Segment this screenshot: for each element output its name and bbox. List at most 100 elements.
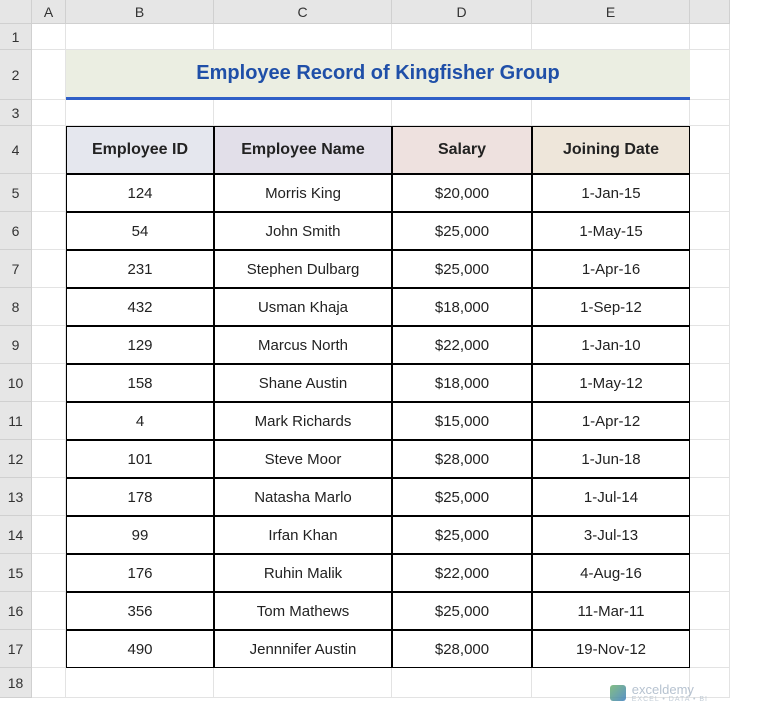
cell-name-3[interactable]: Usman Khaja <box>214 288 392 326</box>
cell-id-8[interactable]: 178 <box>66 478 214 516</box>
row-header-2[interactable]: 2 <box>0 50 32 100</box>
col-header-B[interactable]: B <box>66 0 214 24</box>
cell-date-11[interactable]: 11-Mar-11 <box>532 592 690 630</box>
cell-F9[interactable] <box>690 326 730 364</box>
cell-name-8[interactable]: Natasha Marlo <box>214 478 392 516</box>
cell-name-9[interactable]: Irfan Khan <box>214 516 392 554</box>
cell-name-4[interactable]: Marcus North <box>214 326 392 364</box>
cell-A13[interactable] <box>32 478 66 516</box>
cell-C1[interactable] <box>214 24 392 50</box>
cell-F16[interactable] <box>690 592 730 630</box>
cell-salary-1[interactable]: $25,000 <box>392 212 532 250</box>
cell-salary-0[interactable]: $20,000 <box>392 174 532 212</box>
cell-A11[interactable] <box>32 402 66 440</box>
sheet-title[interactable]: Employee Record of Kingfisher Group <box>66 50 690 100</box>
cell-salary-6[interactable]: $15,000 <box>392 402 532 440</box>
cell-salary-8[interactable]: $25,000 <box>392 478 532 516</box>
col-header-A[interactable]: A <box>32 0 66 24</box>
cell-date-5[interactable]: 1-May-12 <box>532 364 690 402</box>
cell-name-5[interactable]: Shane Austin <box>214 364 392 402</box>
row-header-9[interactable]: 9 <box>0 326 32 364</box>
th-employee-id[interactable]: Employee ID <box>66 126 214 174</box>
cell-id-10[interactable]: 176 <box>66 554 214 592</box>
cell-A2[interactable] <box>32 50 66 100</box>
cell-A5[interactable] <box>32 174 66 212</box>
cell-D18[interactable] <box>392 668 532 698</box>
cell-name-6[interactable]: Mark Richards <box>214 402 392 440</box>
col-header-E[interactable]: E <box>532 0 690 24</box>
cell-F5[interactable] <box>690 174 730 212</box>
cell-name-7[interactable]: Steve Moor <box>214 440 392 478</box>
row-header-12[interactable]: 12 <box>0 440 32 478</box>
cell-salary-12[interactable]: $28,000 <box>392 630 532 668</box>
cell-name-0[interactable]: Morris King <box>214 174 392 212</box>
cell-date-10[interactable]: 4-Aug-16 <box>532 554 690 592</box>
cell-name-11[interactable]: Tom Mathews <box>214 592 392 630</box>
cell-F4[interactable] <box>690 126 730 174</box>
cell-E1[interactable] <box>532 24 690 50</box>
cell-id-6[interactable]: 4 <box>66 402 214 440</box>
row-header-4[interactable]: 4 <box>0 126 32 174</box>
cell-B18[interactable] <box>66 668 214 698</box>
cell-date-9[interactable]: 3-Jul-13 <box>532 516 690 554</box>
cell-name-10[interactable]: Ruhin Malik <box>214 554 392 592</box>
cell-A7[interactable] <box>32 250 66 288</box>
row-header-7[interactable]: 7 <box>0 250 32 288</box>
cell-A1[interactable] <box>32 24 66 50</box>
cell-salary-3[interactable]: $18,000 <box>392 288 532 326</box>
row-header-6[interactable]: 6 <box>0 212 32 250</box>
cell-date-8[interactable]: 1-Jul-14 <box>532 478 690 516</box>
cell-D3[interactable] <box>392 100 532 126</box>
cell-date-3[interactable]: 1-Sep-12 <box>532 288 690 326</box>
cell-F3[interactable] <box>690 100 730 126</box>
cell-salary-11[interactable]: $25,000 <box>392 592 532 630</box>
cell-A14[interactable] <box>32 516 66 554</box>
cell-F10[interactable] <box>690 364 730 402</box>
cell-date-1[interactable]: 1-May-15 <box>532 212 690 250</box>
cell-id-3[interactable]: 432 <box>66 288 214 326</box>
cell-salary-10[interactable]: $22,000 <box>392 554 532 592</box>
cell-A8[interactable] <box>32 288 66 326</box>
select-all-corner[interactable] <box>0 0 32 24</box>
cell-E3[interactable] <box>532 100 690 126</box>
row-header-5[interactable]: 5 <box>0 174 32 212</box>
cell-F17[interactable] <box>690 630 730 668</box>
cell-salary-9[interactable]: $25,000 <box>392 516 532 554</box>
row-header-18[interactable]: 18 <box>0 668 32 698</box>
cell-name-2[interactable]: Stephen Dulbarg <box>214 250 392 288</box>
cell-A6[interactable] <box>32 212 66 250</box>
cell-F1[interactable] <box>690 24 730 50</box>
row-header-15[interactable]: 15 <box>0 554 32 592</box>
cell-C3[interactable] <box>214 100 392 126</box>
cell-D1[interactable] <box>392 24 532 50</box>
cell-F7[interactable] <box>690 250 730 288</box>
cell-A18[interactable] <box>32 668 66 698</box>
cell-salary-5[interactable]: $18,000 <box>392 364 532 402</box>
row-header-8[interactable]: 8 <box>0 288 32 326</box>
cell-date-0[interactable]: 1-Jan-15 <box>532 174 690 212</box>
row-header-17[interactable]: 17 <box>0 630 32 668</box>
cell-id-5[interactable]: 158 <box>66 364 214 402</box>
cell-F8[interactable] <box>690 288 730 326</box>
cell-name-1[interactable]: John Smith <box>214 212 392 250</box>
cell-salary-2[interactable]: $25,000 <box>392 250 532 288</box>
cell-id-12[interactable]: 490 <box>66 630 214 668</box>
cell-A15[interactable] <box>32 554 66 592</box>
row-header-13[interactable]: 13 <box>0 478 32 516</box>
cell-F14[interactable] <box>690 516 730 554</box>
cell-B1[interactable] <box>66 24 214 50</box>
cell-F15[interactable] <box>690 554 730 592</box>
cell-F12[interactable] <box>690 440 730 478</box>
col-header-C[interactable]: C <box>214 0 392 24</box>
cell-salary-7[interactable]: $28,000 <box>392 440 532 478</box>
cell-F13[interactable] <box>690 478 730 516</box>
cell-A17[interactable] <box>32 630 66 668</box>
cell-A9[interactable] <box>32 326 66 364</box>
cell-id-0[interactable]: 124 <box>66 174 214 212</box>
th-salary[interactable]: Salary <box>392 126 532 174</box>
th-joining-date[interactable]: Joining Date <box>532 126 690 174</box>
cell-id-1[interactable]: 54 <box>66 212 214 250</box>
th-employee-name[interactable]: Employee Name <box>214 126 392 174</box>
cell-id-4[interactable]: 129 <box>66 326 214 364</box>
row-header-16[interactable]: 16 <box>0 592 32 630</box>
